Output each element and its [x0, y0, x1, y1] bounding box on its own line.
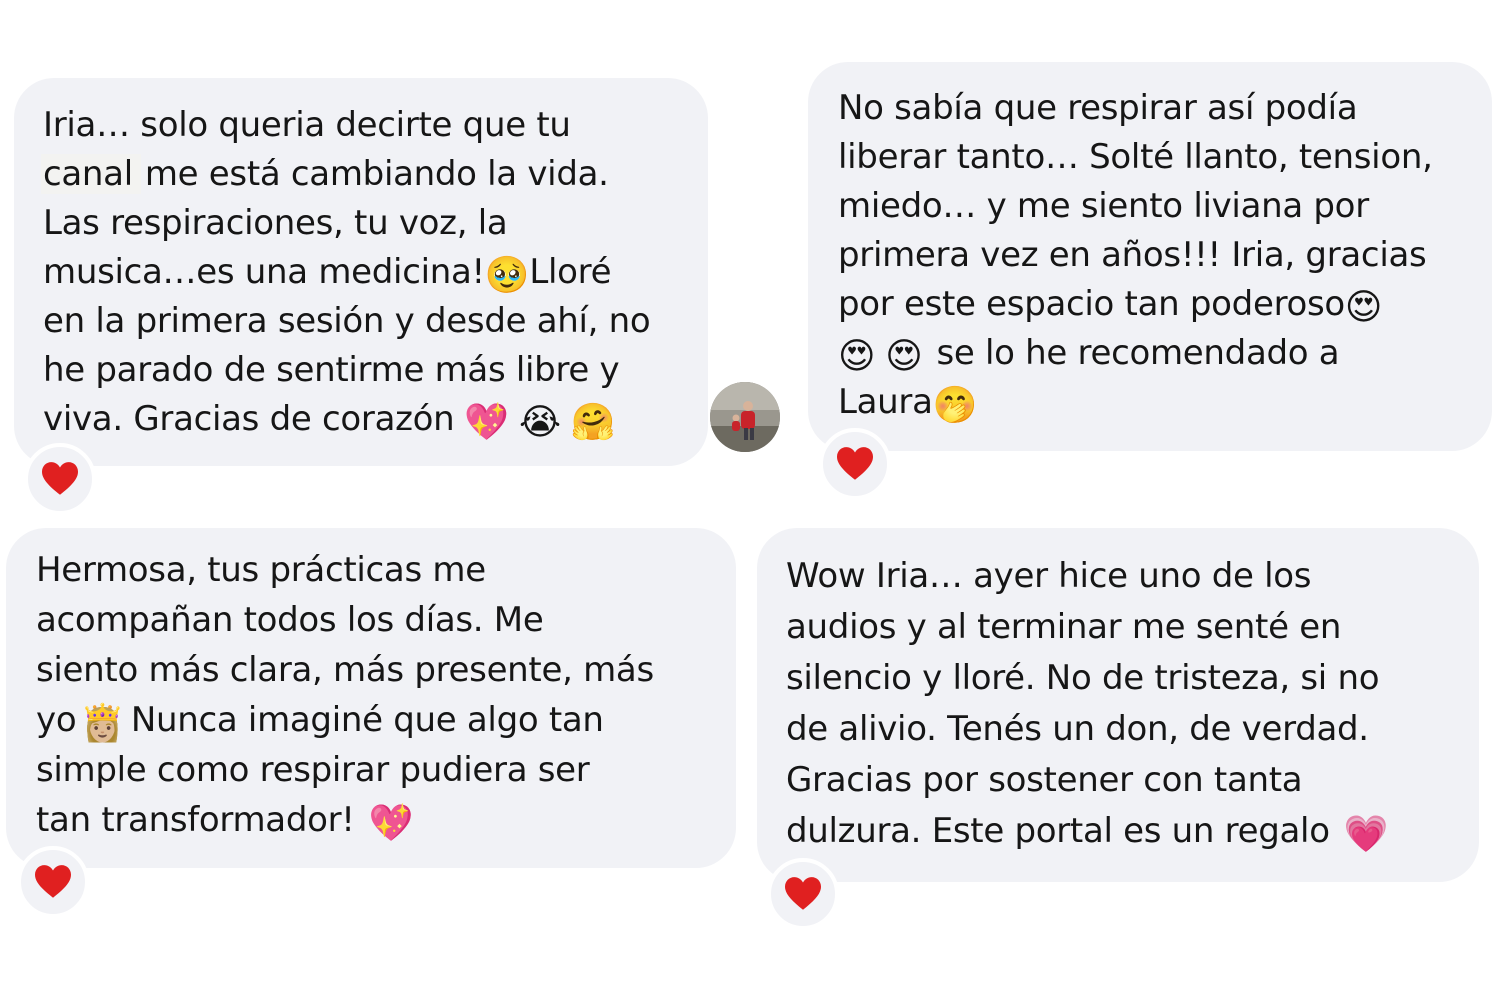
text-line: tan transformador! [36, 800, 355, 840]
message-line: liberar tanto… Solté llanto, tension, [838, 133, 1433, 182]
text-line: por este espacio tan poderoso [838, 284, 1345, 324]
message-line: he parado de sentirme más libre y [43, 346, 650, 395]
text-line: Las respiraciones, tu voz, la [43, 203, 508, 243]
message-text-1: Iria… solo queria decirte que tu canal me… [41, 101, 651, 444]
message-line: Iria… solo queria decirte que tu [43, 101, 650, 150]
message-text-3: Hermosa, tus prácticas me acompañan todo… [36, 545, 654, 845]
message-line: audios y al terminar me senté en [786, 602, 1388, 653]
text-line: Wow Iria… ayer hice uno de los [786, 556, 1312, 596]
message-line: silencio y lloré. No de tristeza, si no [786, 653, 1388, 704]
heart-eyes-face-icon: 😍 [1344, 287, 1383, 328]
message-line: en la primera sesión y desde ahí, no [43, 297, 651, 346]
avatar-photo-icon [710, 382, 780, 452]
face-with-hand-over-mouth-icon: 🤭 [932, 385, 978, 426]
heart-icon [35, 865, 71, 898]
message-line: No sabía que respirar así podía [838, 84, 1433, 133]
sparkling-heart-icon: 💖 [368, 803, 414, 844]
reaction-badge[interactable] [767, 858, 839, 930]
text-line: he parado de sentirme más libre y [43, 350, 620, 390]
message-line: 😍 😍 se lo he recomendado a [838, 329, 1433, 378]
message-line: viva. Gracias de corazón 💖 😭 🤗 [43, 395, 650, 444]
text-line: se lo he recomendado a [936, 333, 1340, 373]
text-line: Laura [838, 382, 933, 422]
heart-icon [42, 462, 78, 495]
text-line: musica…es una medicina! [43, 252, 485, 292]
reaction-badge[interactable] [819, 428, 891, 500]
text-line: No sabía que respirar así podía [838, 88, 1358, 128]
message-line: Gracias por sostener con tanta [786, 755, 1388, 806]
pleading-face-icon: 🥹 [484, 255, 530, 296]
heart-icon [785, 877, 821, 910]
hugging-face-icon: 🤗 [570, 402, 616, 443]
text-line: Nunca imaginé que algo tan [130, 700, 604, 740]
message-line: acompañan todos los días. Me [36, 595, 654, 645]
text-line: audios y al terminar me senté en [786, 607, 1342, 647]
message-line: canal me está cambiando la vida. [41, 150, 650, 199]
message-line: dulzura. Este portal es un regalo 💗 [786, 806, 1389, 857]
text-line: de alivio. Tenés un don, de verdad. [786, 709, 1369, 749]
heart-eyes-face-icon: 😍 [885, 336, 923, 377]
reaction-badge[interactable] [24, 443, 96, 515]
message-line: Wow Iria… ayer hice uno de los [786, 551, 1388, 602]
highlighted-word: canal [41, 154, 141, 194]
contact-avatar[interactable] [710, 382, 780, 452]
crying-face-icon: 😭 [518, 402, 561, 443]
text-line: miedo… y me siento liviana por [838, 186, 1369, 226]
princess-icon: 👸🏼 [80, 703, 125, 744]
text-line: siento más clara, más presente, más [36, 650, 654, 690]
text-line: yo [36, 700, 77, 740]
text-line: liberar tanto… Solté llanto, tension, [838, 137, 1433, 177]
growing-heart-icon: 💗 [1343, 814, 1389, 855]
text-line: viva. Gracias de corazón [43, 399, 455, 439]
heart-icon [837, 447, 873, 480]
message-text-4: Wow Iria… ayer hice uno de los audios y … [786, 551, 1389, 857]
message-line: siento más clara, más presente, más [36, 645, 654, 695]
text-line: primera vez en años!!! Iria, gracias [838, 235, 1427, 275]
message-line: por este espacio tan poderoso😍 [838, 280, 1433, 329]
message-line: simple como respirar pudiera ser [36, 745, 654, 795]
text-line: Hermosa, tus prácticas me [36, 550, 486, 590]
message-line: primera vez en años!!! Iria, gracias [838, 231, 1433, 280]
message-text-2: No sabía que respirar así podía liberar … [838, 84, 1433, 427]
sparkling-heart-icon: 💖 [464, 402, 509, 443]
text-line: acompañan todos los días. Me [36, 600, 544, 640]
message-line: Hermosa, tus prácticas me [36, 545, 654, 595]
text-line: silencio y lloré. No de tristeza, si no [786, 658, 1380, 698]
message-line: tan transformador! 💖 [36, 795, 654, 845]
message-line: de alivio. Tenés un don, de verdad. [786, 704, 1388, 755]
message-line: Las respiraciones, tu voz, la [43, 199, 650, 248]
text-line: dulzura. Este portal es un regalo [786, 811, 1330, 851]
text-line: Iria… solo queria decirte que tu [43, 105, 571, 145]
heart-eyes-face-icon: 😍 [838, 336, 876, 377]
message-line: musica…es una medicina!🥹Lloré [43, 248, 650, 297]
message-line: yo 👸🏼 Nunca imaginé que algo tan [36, 695, 654, 745]
text-line: me está cambiando la vida. [144, 154, 609, 194]
text-line: en la primera sesión y desde ahí, no [43, 301, 651, 341]
message-line: Laura🤭 [838, 378, 1433, 427]
text-line: Lloré [529, 252, 612, 292]
reaction-badge[interactable] [17, 846, 89, 918]
message-line: miedo… y me siento liviana por [838, 182, 1433, 231]
text-line: simple como respirar pudiera ser [36, 750, 590, 790]
text-line: Gracias por sostener con tanta [786, 760, 1303, 800]
